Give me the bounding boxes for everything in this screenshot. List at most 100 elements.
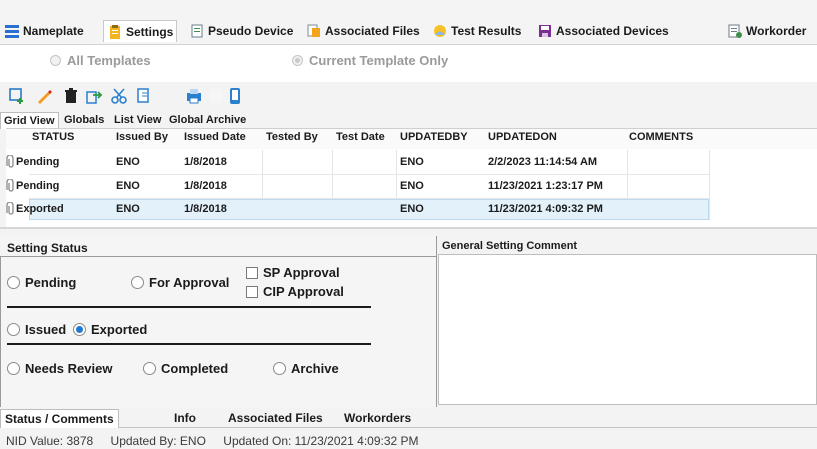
setting-status-header-line bbox=[0, 256, 436, 257]
table-row[interactable] bbox=[6, 175, 710, 198]
status-issued-option[interactable]: Issued bbox=[7, 322, 66, 337]
print-icon[interactable] bbox=[185, 87, 203, 105]
current-template-radio[interactable] bbox=[292, 55, 303, 66]
tab-globals[interactable]: Globals bbox=[61, 112, 107, 128]
status-separator bbox=[7, 343, 371, 345]
tab-global-archive[interactable]: Global Archive bbox=[166, 112, 249, 128]
status-completed-radio[interactable] bbox=[143, 362, 156, 375]
sub-tab-label: Globals bbox=[64, 114, 105, 126]
status-pending-radio[interactable] bbox=[7, 276, 20, 289]
nid-value: 3878 bbox=[66, 434, 94, 448]
status-separator bbox=[7, 306, 371, 308]
tab-nameplate[interactable]: Nameplate bbox=[5, 21, 84, 41]
general-comment-textarea[interactable] bbox=[438, 254, 817, 405]
all-templates-label: All Templates bbox=[67, 53, 151, 68]
edit-pencil-icon[interactable] bbox=[35, 87, 53, 105]
tab-label: Nameplate bbox=[23, 24, 84, 38]
cip-approval-checkbox[interactable] bbox=[246, 285, 258, 298]
cell-issued-date: 1/8/2018 bbox=[184, 156, 227, 168]
tab-label: Associated Files bbox=[325, 24, 420, 38]
tab-grid-view[interactable]: Grid View bbox=[0, 112, 59, 129]
status-needs-review-option[interactable]: Needs Review bbox=[7, 361, 112, 376]
status-exported-radio[interactable] bbox=[73, 323, 86, 336]
cell-issued-by: ENO bbox=[116, 203, 140, 215]
general-comment-title: General Setting Comment bbox=[442, 240, 578, 252]
sub-tab-label: List View bbox=[114, 114, 162, 126]
add-icon[interactable] bbox=[8, 87, 26, 105]
status-completed-option[interactable]: Completed bbox=[143, 361, 228, 376]
cip-approval-option[interactable]: CIP Approval bbox=[246, 284, 344, 299]
floppy-disk-icon bbox=[539, 25, 551, 37]
col-header-status[interactable]: STATUS bbox=[32, 131, 74, 143]
status-exported-option[interactable]: Exported bbox=[73, 322, 147, 337]
sp-approval-checkbox[interactable] bbox=[246, 266, 258, 279]
status-for-approval-label: For Approval bbox=[149, 275, 230, 290]
updated-by-label: Updated By: bbox=[110, 434, 177, 448]
tab-status-comments[interactable]: Status / Comments bbox=[0, 409, 119, 428]
setting-status-title: Setting Status bbox=[7, 241, 88, 255]
all-templates-option[interactable]: All Templates bbox=[50, 53, 151, 68]
blank-icon[interactable] bbox=[207, 87, 225, 105]
status-exported-label: Exported bbox=[91, 322, 148, 337]
col-header-comments[interactable]: COMMENTS bbox=[629, 131, 693, 143]
status-completed-label: Completed bbox=[161, 361, 229, 376]
status-for-approval-option[interactable]: For Approval bbox=[131, 275, 229, 290]
sp-approval-option[interactable]: SP Approval bbox=[246, 265, 340, 280]
col-header-test-date[interactable]: Test Date bbox=[336, 131, 385, 143]
mobile-device-icon[interactable] bbox=[226, 87, 244, 105]
tab-label: Settings bbox=[126, 24, 174, 39]
status-pending-option[interactable]: Pending bbox=[7, 275, 76, 290]
status-needs-review-radio[interactable] bbox=[7, 362, 20, 375]
status-archive-option[interactable]: Archive bbox=[273, 361, 339, 376]
copy-page-icon[interactable] bbox=[135, 87, 153, 105]
cut-scissors-icon[interactable] bbox=[110, 87, 128, 105]
col-header-updatedby[interactable]: UPDATEDBY bbox=[400, 131, 468, 143]
files-icon bbox=[307, 24, 320, 37]
status-pending-label: Pending bbox=[25, 275, 77, 290]
updated-on-value: 11/23/2021 4:09:32 PM bbox=[294, 434, 419, 448]
tab-workorder[interactable]: Workorder bbox=[728, 21, 806, 41]
tab-label: Pseudo Device bbox=[208, 24, 294, 38]
tab-associated-files[interactable]: Associated Files bbox=[307, 21, 420, 41]
tab-associated-files-bottom[interactable]: Associated Files bbox=[224, 409, 327, 427]
tab-settings[interactable]: Settings bbox=[103, 20, 178, 42]
all-templates-radio[interactable] bbox=[50, 55, 61, 66]
sp-approval-label: SP Approval bbox=[263, 265, 340, 280]
delete-trash-icon[interactable] bbox=[62, 87, 80, 105]
current-template-option[interactable]: Current Template Only bbox=[292, 53, 448, 68]
setting-status-border-left bbox=[0, 256, 1, 407]
bottom-tab-divider bbox=[0, 427, 817, 428]
col-header-updatedon[interactable]: UPDATEDON bbox=[488, 131, 557, 143]
col-header-tested-by[interactable]: Tested By bbox=[266, 131, 318, 143]
col-header-issued-date[interactable]: Issued Date bbox=[184, 131, 246, 143]
nid-label: NID Value: bbox=[6, 434, 64, 448]
bottom-tab-label: Associated Files bbox=[228, 411, 323, 425]
updated-on-label: Updated On: bbox=[223, 434, 292, 448]
tab-associated-devices[interactable]: Associated Devices bbox=[538, 21, 669, 41]
col-header-issued-by[interactable]: Issued By bbox=[116, 131, 168, 143]
setting-status-border-right bbox=[436, 236, 437, 407]
cell-issued-by: ENO bbox=[116, 156, 140, 168]
status-for-approval-radio[interactable] bbox=[131, 276, 144, 289]
cell-updatedby: ENO bbox=[400, 203, 424, 215]
status-issued-radio[interactable] bbox=[7, 323, 20, 336]
cell-status: Pending bbox=[16, 180, 60, 192]
status-archive-radio[interactable] bbox=[273, 362, 286, 375]
export-icon[interactable] bbox=[85, 87, 103, 105]
tab-test-results[interactable]: Test Results bbox=[433, 21, 521, 41]
clipboard-icon bbox=[110, 24, 120, 39]
tab-pseudo-device[interactable]: Pseudo Device bbox=[190, 21, 293, 41]
table-row[interactable] bbox=[6, 150, 710, 174]
tab-list-view[interactable]: List View bbox=[111, 112, 164, 128]
workorder-icon bbox=[728, 24, 742, 38]
tab-info[interactable]: Info bbox=[170, 409, 200, 427]
cell-updatedon: 11/23/2021 4:09:32 PM bbox=[488, 203, 603, 215]
status-archive-label: Archive bbox=[291, 361, 339, 376]
paperclip-icon bbox=[6, 202, 14, 215]
cell-issued-date: 1/8/2018 bbox=[184, 180, 227, 192]
table-row[interactable] bbox=[6, 199, 710, 220]
tab-label: Test Results bbox=[451, 24, 522, 38]
tab-label: Workorder bbox=[746, 24, 807, 38]
tab-workorders[interactable]: Workorders bbox=[340, 409, 415, 427]
cell-status: Pending bbox=[16, 156, 60, 168]
